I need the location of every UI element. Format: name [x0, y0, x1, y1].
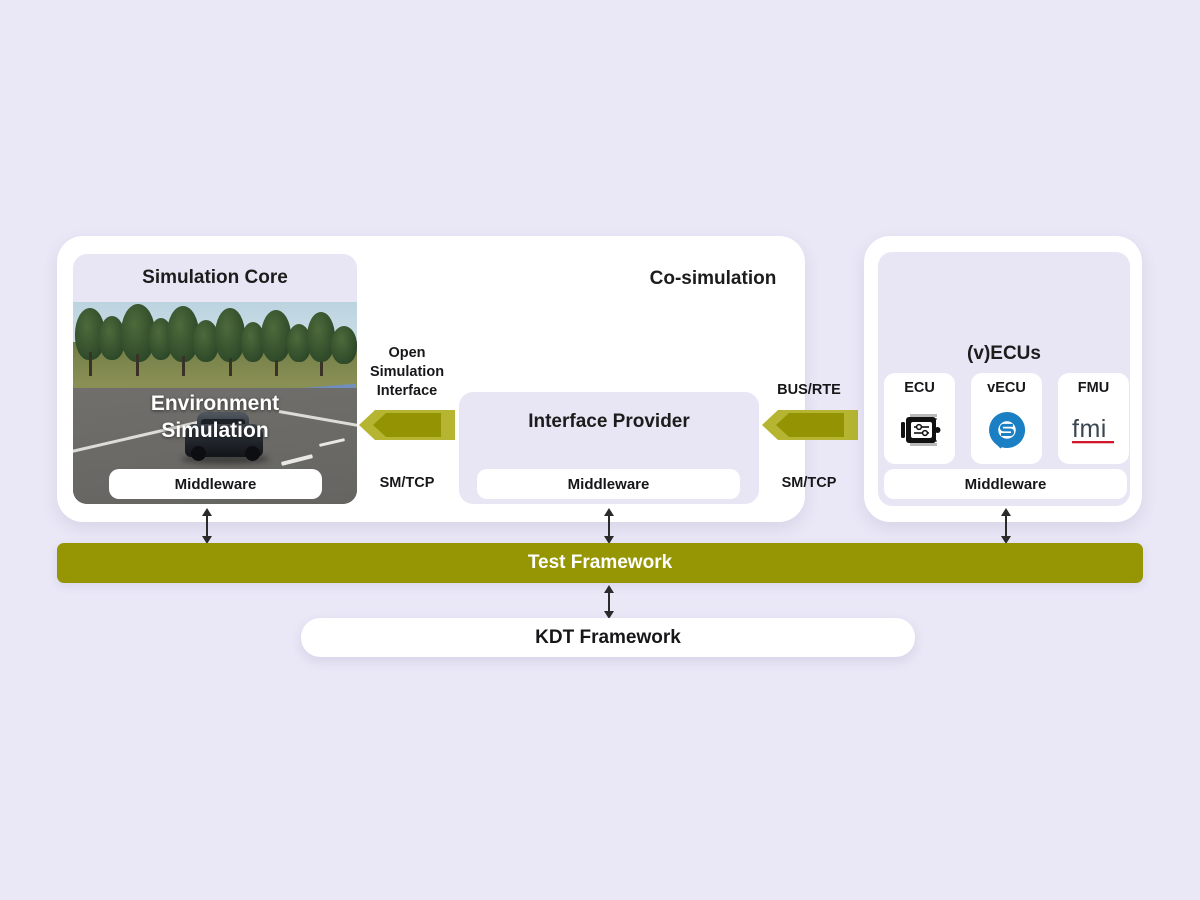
ecu-tile-label: ECU: [904, 380, 935, 396]
cosimulation-title: Co-simulation: [649, 268, 777, 289]
ecu-device-icon: [884, 404, 955, 456]
environment-simulation-label-line2: Simulation: [161, 419, 269, 442]
simulation-core-title: Simulation Core: [142, 267, 288, 288]
open-simulation-interface-label: Open Simulation Interface: [355, 344, 459, 401]
scene-tree-trunk: [89, 352, 92, 376]
fmu-tile-label: FMU: [1077, 380, 1110, 396]
osi-label-line1: Open: [388, 345, 426, 361]
scene-tree-trunk: [275, 360, 278, 376]
scene-tree-trunk: [136, 354, 139, 376]
scene-tree: [215, 308, 245, 362]
test-framework-bar[interactable]: Test Framework: [57, 543, 1143, 583]
double-headed-vertical-arrow-icon: [199, 508, 215, 544]
scene-tree-trunk: [229, 358, 232, 376]
scene-car-wheel: [191, 446, 206, 461]
environment-simulation-label: Environment Simulation: [73, 390, 357, 444]
ecus-middleware: Middleware: [884, 469, 1127, 499]
chevron-inner-core: [776, 413, 844, 437]
sm-tcp-label-right: SM/TCP: [781, 475, 837, 491]
bus-rte-label: BUS/RTE: [777, 382, 841, 398]
vecu-tile[interactable]: vECU: [971, 373, 1042, 464]
environment-simulation-label-line1: Environment: [150, 392, 280, 415]
double-headed-vertical-arrow-icon: [601, 585, 617, 619]
scene-tree-trunk: [320, 362, 323, 376]
ecu-tile[interactable]: ECU: [884, 373, 955, 464]
scene-car-wheel: [245, 446, 260, 461]
interface-provider-title: Interface Provider: [528, 411, 690, 432]
double-headed-vertical-arrow-icon: [601, 508, 617, 544]
diagram-canvas: Simulation Core Environment Simulation M…: [0, 0, 1200, 900]
vecu-tile-label: vECU: [987, 380, 1026, 396]
simulation-core-middleware: Middleware: [109, 469, 322, 499]
scene-tree-trunk: [182, 356, 185, 376]
kdt-framework-bar[interactable]: KDT Framework: [301, 618, 915, 657]
fmi-logo-icon: fmi: [1058, 404, 1129, 456]
sm-tcp-label-left: SM/TCP: [379, 475, 435, 491]
ecus-title: (v)ECUs: [967, 343, 1041, 364]
scene-tree: [261, 310, 291, 362]
double-chevron-icon-left: [359, 410, 455, 440]
scene-tree: [307, 312, 335, 362]
scene-tree: [331, 326, 357, 364]
simulation-core-panel: Simulation Core Environment Simulation: [73, 254, 357, 504]
fmu-tile[interactable]: FMU fmi: [1058, 373, 1129, 464]
double-headed-vertical-arrow-icon: [998, 508, 1014, 544]
chevron-inner-core: [373, 413, 441, 437]
osi-label-line3: Interface: [376, 383, 438, 399]
svg-text:fmi: fmi: [1072, 415, 1107, 443]
osi-label-line2: Simulation: [369, 364, 445, 380]
interface-provider-middleware: Middleware: [477, 469, 740, 499]
double-chevron-icon-right: [762, 410, 858, 440]
silver-s-logo-icon: [971, 404, 1042, 456]
